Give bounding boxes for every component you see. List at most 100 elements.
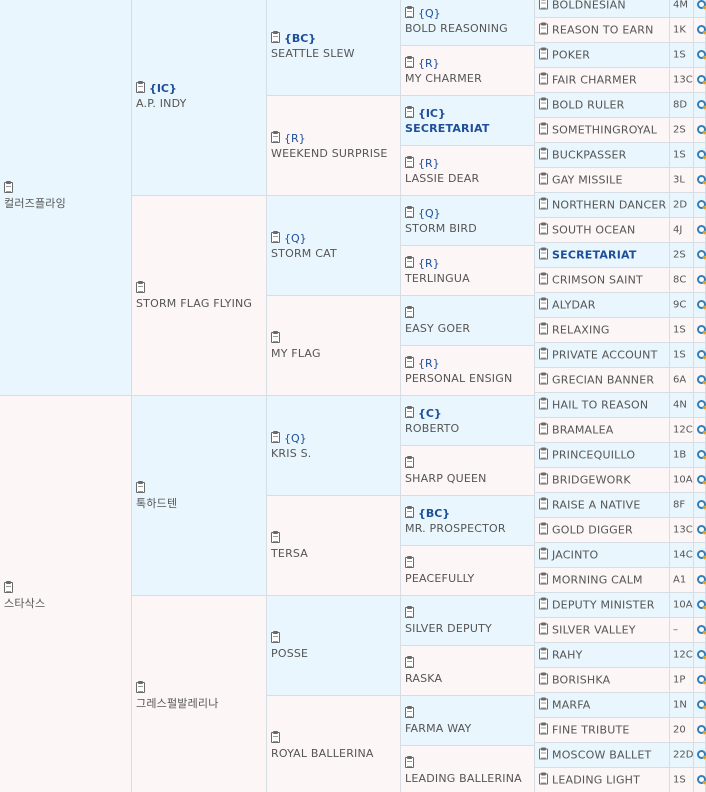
search-cell[interactable] [694,368,706,393]
magnifier-icon[interactable] [697,50,706,59]
clipboard-icon[interactable] [405,155,414,168]
search-cell[interactable] [694,393,706,418]
search-cell[interactable] [694,518,706,543]
horse-name[interactable]: RASKA [405,672,442,685]
search-cell[interactable] [694,768,706,792]
magnifier-icon[interactable] [697,150,706,159]
magnifier-icon[interactable] [697,125,706,134]
horse-name[interactable]: MARFA [552,699,591,712]
horse-name[interactable]: MY FLAG [271,347,321,360]
magnifier-icon[interactable] [697,400,706,409]
clipboard-icon[interactable] [136,280,145,293]
clipboard-icon[interactable] [271,730,280,743]
horse-name[interactable]: MR. PROSPECTOR [405,522,506,535]
horse-name[interactable]: BUCKPASSER [552,149,627,162]
clipboard-icon[interactable] [405,655,414,668]
clipboard-icon[interactable] [405,255,414,268]
clipboard-icon[interactable] [539,122,548,135]
ancestor-cell-gen5[interactable]: BORISHKA [535,668,670,693]
horse-name[interactable]: HAIL TO REASON [552,399,648,412]
ancestor-cell-g4[interactable]: EASY GOER [401,296,535,346]
horse-name[interactable]: SECRETARIAT [405,122,490,135]
search-cell[interactable] [694,443,706,468]
clipboard-icon[interactable] [539,172,548,185]
horse-name[interactable]: 스타삭스 [4,597,45,610]
clipboard-icon[interactable] [271,630,280,643]
search-cell[interactable] [694,718,706,743]
search-cell[interactable] [694,243,706,268]
horse-name[interactable]: SECRETARIAT [552,249,637,262]
ancestor-cell-gen5[interactable]: NORTHERN DANCER [535,193,670,218]
clipboard-icon[interactable] [405,455,414,468]
clipboard-icon[interactable] [4,580,13,593]
clipboard-icon[interactable] [539,597,548,610]
clipboard-icon[interactable] [271,530,280,543]
horse-name[interactable]: ROYAL BALLERINA [271,747,374,760]
clipboard-icon[interactable] [539,297,548,310]
clipboard-icon[interactable] [539,22,548,35]
clipboard-icon[interactable] [405,355,414,368]
magnifier-icon[interactable] [697,525,706,534]
horse-name[interactable]: 톡하드텐 [136,497,177,510]
magnifier-icon[interactable] [697,750,706,759]
clipboard-icon[interactable] [539,0,548,10]
clipboard-icon[interactable] [539,322,548,335]
search-cell[interactable] [694,743,706,768]
ancestor-cell-g4[interactable]: {R} PERSONAL ENSIGN [401,346,535,396]
ancestor-cell-g4[interactable]: {Q} STORM BIRD [401,196,535,246]
horse-name[interactable]: PEACEFULLY [405,572,474,585]
clipboard-icon[interactable] [405,555,414,568]
ancestor-cell-g3[interactable]: {BC} SEATTLE SLEW [267,0,401,96]
search-cell[interactable] [694,468,706,493]
clipboard-icon[interactable] [539,572,548,585]
clipboard-icon[interactable] [539,472,548,485]
horse-name[interactable]: LEADING BALLERINA [405,772,522,785]
ancestor-cell-gen5[interactable]: GAY MISSILE [535,168,670,193]
horse-name[interactable]: CRIMSON SAINT [552,274,643,287]
clipboard-icon[interactable] [539,772,548,785]
horse-name[interactable]: RAHY [552,649,583,662]
search-cell[interactable] [694,118,706,143]
ancestor-cell-gen5[interactable]: REASON TO EARN [535,18,670,43]
horse-name[interactable]: 컬러즈플라잉 [4,197,66,210]
search-cell[interactable] [694,593,706,618]
horse-name[interactable]: LEADING LIGHT [552,774,640,787]
magnifier-icon[interactable] [697,500,706,509]
search-cell[interactable] [694,343,706,368]
horse-name[interactable]: JACINTO [552,549,598,562]
ancestor-cell-g3[interactable]: TERSA [267,496,401,596]
search-cell[interactable] [694,693,706,718]
ancestor-cell-gen5[interactable]: ALYDAR [535,293,670,318]
ancestor-cell-g4[interactable]: {R} LASSIE DEAR [401,146,535,196]
ancestor-cell-g2[interactable]: STORM FLAG FLYING [132,196,267,396]
horse-name[interactable]: RAISE A NATIVE [552,499,641,512]
clipboard-icon[interactable] [539,622,548,635]
ancestor-cell-g3[interactable]: {Q} KRIS S. [267,396,401,496]
clipboard-icon[interactable] [405,55,414,68]
horse-name[interactable]: BOLD REASONING [405,22,508,35]
horse-name[interactable]: ALYDAR [552,299,596,312]
ancestor-cell-g3[interactable]: MY FLAG [267,296,401,396]
ancestor-cell-gen5[interactable]: RELAXING [535,318,670,343]
ancestor-cell-g2[interactable]: 그레스펄발레리나 [132,596,267,792]
clipboard-icon[interactable] [539,547,548,560]
ancestor-cell-gen5[interactable]: FAIR CHARMER [535,68,670,93]
magnifier-icon[interactable] [697,100,706,109]
clipboard-icon[interactable] [136,480,145,493]
magnifier-icon[interactable] [697,675,706,684]
ancestor-cell-gen5[interactable]: BRIDGEWORK [535,468,670,493]
clipboard-icon[interactable] [405,5,414,18]
magnifier-icon[interactable] [697,0,706,9]
magnifier-icon[interactable] [697,200,706,209]
search-cell[interactable] [694,668,706,693]
clipboard-icon[interactable] [539,447,548,460]
clipboard-icon[interactable] [539,722,548,735]
clipboard-icon[interactable] [539,497,548,510]
horse-name[interactable]: EASY GOER [405,322,470,335]
ancestor-cell-gen5[interactable]: SILVER VALLEY [535,618,670,643]
search-cell[interactable] [694,618,706,643]
ancestor-cell-g4[interactable]: {R} TERLINGUA [401,246,535,296]
ancestor-cell-gen5[interactable]: CRIMSON SAINT [535,268,670,293]
ancestor-cell-g4[interactable]: LEADING BALLERINA [401,746,535,792]
ancestor-cell-g4[interactable]: {Q} BOLD REASONING [401,0,535,46]
